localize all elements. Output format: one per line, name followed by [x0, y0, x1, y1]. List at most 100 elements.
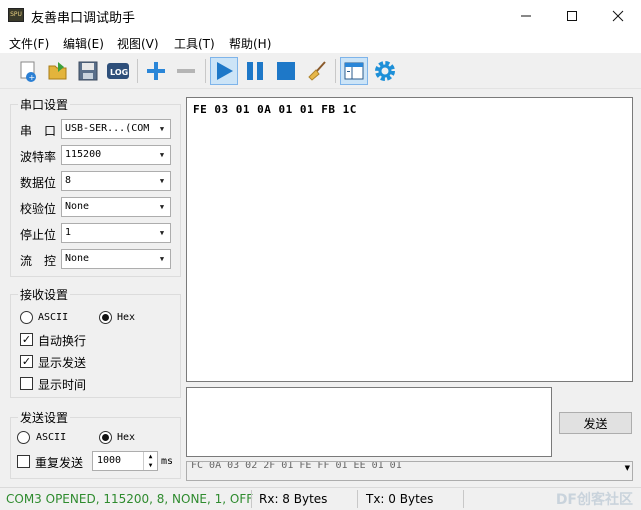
app-icon: SPU [8, 8, 24, 22]
received-data: FE 03 01 0A 01 01 FB 1C [193, 103, 357, 116]
play-button[interactable] [210, 57, 238, 85]
send-hex-radio[interactable] [99, 431, 112, 444]
clear-button[interactable] [303, 57, 331, 85]
send-settings-title: 发送设置 [18, 409, 71, 426]
databits-label: 数据位 [20, 176, 57, 190]
play-icon [217, 62, 233, 80]
show-time-checkbox[interactable] [20, 377, 33, 390]
receive-settings-title: 接收设置 [18, 286, 71, 303]
show-send-checkbox[interactable]: ✓ [20, 355, 33, 368]
chevron-down-icon: ▼ [154, 250, 170, 268]
chevron-down-icon: ▼ [154, 146, 170, 164]
menu-tools[interactable]: 工具(T) [174, 35, 215, 52]
send-ascii-radio[interactable] [17, 431, 30, 444]
maximize-icon [567, 10, 577, 21]
send-history-combo[interactable]: FC 0A 03 02 2F 01 FE FF 01 EE 01 01 ▼ [186, 461, 633, 481]
save-icon [78, 61, 98, 81]
repeat-send-checkbox[interactable] [17, 455, 30, 468]
tx-count: Tx: 0 Bytes [366, 492, 434, 506]
parity-value: None [65, 201, 90, 212]
close-icon [612, 10, 624, 21]
stopbits-label: 停止位 [20, 228, 57, 242]
interval-unit-label: ms [161, 456, 174, 467]
stopbits-select[interactable]: 1 ▼ [61, 223, 171, 243]
port-value: USB-SER...(COM [65, 123, 150, 134]
toolbar-separator [137, 59, 138, 83]
stop-icon [277, 62, 295, 80]
broom-icon [308, 61, 326, 81]
settings-button[interactable] [371, 57, 399, 85]
status-separator [251, 490, 252, 508]
rx-count: Rx: 8 Bytes [259, 492, 328, 506]
chevron-down-icon: ▼ [624, 464, 630, 472]
add-button[interactable] [142, 57, 170, 85]
minimize-icon [521, 15, 531, 16]
databits-select[interactable]: 8 ▼ [61, 171, 171, 191]
status-bar: COM3 OPENED, 115200, 8, NONE, 1, OFF Rx:… [0, 487, 641, 510]
send-hex-label: Hex [117, 432, 136, 443]
svg-text:+: + [29, 73, 36, 82]
spinner-arrows-icon[interactable]: ▲ ▼ [143, 452, 157, 470]
chevron-down-icon: ▼ [154, 120, 170, 138]
stop-button[interactable] [272, 57, 300, 85]
layout-button[interactable] [340, 57, 368, 85]
databits-value: 8 [65, 175, 72, 186]
add-icon [147, 62, 165, 80]
open-button[interactable] [44, 57, 72, 85]
repeat-send-label: 重复发送 [35, 456, 84, 470]
show-time-label: 显示时间 [38, 378, 87, 392]
title-bar: SPU 友善串口调试助手 [0, 0, 641, 31]
baud-value: 115200 [65, 149, 102, 160]
receive-textarea[interactable]: FE 03 01 0A 01 01 FB 1C [186, 97, 633, 382]
auto-wrap-checkbox[interactable]: ✓ [20, 333, 33, 346]
serial-settings-title: 串口设置 [18, 96, 71, 113]
receive-ascii-label: ASCII [38, 312, 69, 323]
repeat-interval-value: 1000 [97, 455, 122, 466]
send-history-value: FC 0A 03 02 2F 01 FE FF 01 EE 01 01 [191, 461, 402, 471]
toolbar-separator [335, 59, 336, 83]
port-select[interactable]: USB-SER...(COM ▼ [61, 119, 171, 139]
save-button[interactable] [74, 57, 102, 85]
auto-wrap-label: 自动换行 [38, 334, 87, 348]
repeat-interval-input[interactable]: 1000 ▲ ▼ [92, 451, 158, 471]
send-button[interactable]: 发送 [559, 412, 632, 434]
open-icon [48, 62, 67, 80]
pause-button[interactable] [241, 57, 269, 85]
flowcontrol-select[interactable]: None ▼ [61, 249, 171, 269]
pause-icon [247, 62, 263, 80]
remove-icon [177, 69, 195, 73]
receive-ascii-radio[interactable] [20, 311, 33, 324]
port-status: COM3 OPENED, 115200, 8, NONE, 1, OFF [6, 492, 254, 506]
close-button[interactable] [595, 0, 641, 31]
new-icon: + [20, 61, 36, 82]
flowcontrol-label: 流 控 [20, 254, 57, 268]
gear-icon [375, 61, 395, 81]
minimize-button[interactable] [503, 0, 549, 31]
port-label: 串 口 [20, 124, 57, 138]
send-ascii-label: ASCII [36, 432, 67, 443]
receive-hex-radio[interactable] [99, 311, 112, 324]
stopbits-value: 1 [65, 227, 72, 238]
svg-text:LOG: LOG [110, 68, 128, 77]
menu-file[interactable]: 文件(F) [9, 35, 49, 52]
new-button[interactable]: + [14, 57, 42, 85]
menu-view[interactable]: 视图(V) [117, 35, 159, 52]
baud-label: 波特率 [20, 150, 57, 164]
log-button[interactable]: LOG [104, 57, 132, 85]
chevron-down-icon: ▼ [154, 198, 170, 216]
layout-icon [344, 62, 364, 80]
menu-edit[interactable]: 编辑(E) [63, 35, 104, 52]
maximize-button[interactable] [549, 0, 595, 31]
status-separator [463, 490, 464, 508]
send-textarea[interactable] [186, 387, 552, 457]
window-title: 友善串口调试助手 [31, 11, 136, 26]
status-separator [357, 490, 358, 508]
baud-select[interactable]: 115200 ▼ [61, 145, 171, 165]
chevron-down-icon: ▼ [154, 224, 170, 242]
watermark-logo: DF创客社区 [555, 492, 633, 508]
receive-hex-label: Hex [117, 312, 136, 323]
menu-help[interactable]: 帮助(H) [229, 35, 271, 52]
remove-button[interactable] [172, 57, 200, 85]
parity-select[interactable]: None ▼ [61, 197, 171, 217]
show-send-label: 显示发送 [38, 356, 87, 370]
